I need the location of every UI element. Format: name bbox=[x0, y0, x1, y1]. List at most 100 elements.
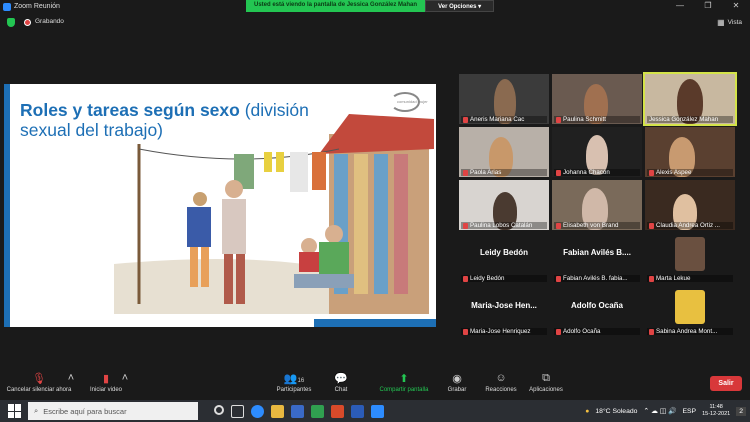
muted-mic-icon bbox=[649, 275, 654, 282]
participant-tile[interactable]: Johanna Chacón bbox=[552, 127, 642, 177]
reactions-label: Reacciones bbox=[485, 387, 517, 393]
participant-name: Paulina Schmitt bbox=[563, 116, 606, 123]
unmute-button[interactable]: 🎙 Cancelar silenciar ahora bbox=[4, 372, 74, 393]
windows-start-icon[interactable] bbox=[8, 404, 22, 418]
participant-name: Maria-Jose Henriquez bbox=[470, 328, 531, 335]
participant-name: Claudia Andrea Ortiz ... bbox=[656, 222, 720, 229]
store-icon[interactable] bbox=[291, 404, 304, 418]
meeting-topbar: Grabando ▦ Vista bbox=[0, 15, 750, 31]
participant-tile[interactable]: Paola Arias bbox=[459, 127, 549, 177]
task-view-icon[interactable] bbox=[231, 404, 244, 418]
muted-mic-icon: 🎙 bbox=[32, 373, 46, 385]
participant-name-bar: Paulina Schmitt bbox=[554, 116, 640, 123]
participant-name: Jessica González Mahan bbox=[649, 116, 719, 123]
apps-icon: ⧉ bbox=[542, 372, 550, 384]
muted-mic-icon bbox=[556, 116, 561, 123]
participant-tile[interactable]: Paulina Lobos Catalán bbox=[459, 180, 549, 230]
muted-mic-icon bbox=[463, 328, 468, 335]
language-indicator[interactable]: ESP bbox=[682, 408, 696, 415]
share-screen-button[interactable]: ⬆ Compartir pantalla bbox=[374, 372, 434, 393]
participant-name-bar: Paulina Lobos Catalán bbox=[461, 222, 547, 229]
record-label: Grabar bbox=[447, 387, 467, 393]
participant-tile[interactable]: Claudia Andrea Ortiz ... bbox=[645, 180, 735, 230]
zoom-taskbar-icon[interactable] bbox=[371, 404, 384, 418]
system-tray: ● 18°C Soleado ⌃ ☁ ◫ 🔊 ESP 11:48 15-12-20… bbox=[585, 400, 746, 422]
close-button[interactable]: ✕ bbox=[722, 0, 750, 12]
participants-count: 16 bbox=[297, 378, 305, 384]
minimize-button[interactable]: — bbox=[666, 0, 694, 12]
chat-label: Chat bbox=[334, 387, 348, 393]
participant-tile[interactable]: Marta Lekue bbox=[645, 233, 735, 283]
participant-name: Paulina Lobos Catalán bbox=[470, 222, 533, 229]
weather-icon: ● bbox=[585, 407, 590, 415]
participant-tile[interactable]: Sabina Andrea Mont... bbox=[645, 286, 735, 336]
notification-icon[interactable]: 2 bbox=[736, 406, 746, 416]
muted-mic-icon bbox=[463, 116, 468, 123]
participant-display-name: Adolfo Ocaña bbox=[570, 301, 623, 310]
participant-display-name: Maria-Jose Hen... bbox=[471, 301, 537, 310]
participant-tile[interactable]: Aneris Mariana Cac bbox=[459, 74, 549, 124]
participant-tile[interactable]: Leidy Bedón Leidy Bedón bbox=[459, 233, 549, 283]
participant-name: Sabina Andrea Mont... bbox=[656, 328, 718, 335]
share-banner-message: Usted está viendo la pantalla de Jessica… bbox=[246, 0, 426, 12]
view-options-button[interactable]: Ver Opciones ▾ bbox=[425, 0, 495, 12]
participant-name-bar: Leidy Bedón bbox=[461, 275, 547, 282]
outlook-icon[interactable] bbox=[351, 404, 364, 418]
participant-name: Elisabeth von Brand bbox=[563, 222, 619, 229]
file-explorer-icon[interactable] bbox=[271, 404, 284, 418]
audio-options-chevron[interactable]: ˄ bbox=[66, 372, 76, 387]
participant-name-bar: Aneris Mariana Cac bbox=[461, 116, 547, 123]
muted-mic-icon bbox=[556, 328, 561, 335]
participant-tile[interactable]: Elisabeth von Brand bbox=[552, 180, 642, 230]
window-controls: — ❐ ✕ bbox=[666, 0, 750, 12]
unmute-label: Cancelar silenciar ahora bbox=[6, 387, 72, 393]
reactions-button[interactable]: ☺ Reacciones bbox=[482, 372, 520, 393]
muted-mic-icon bbox=[556, 169, 561, 176]
muted-mic-icon bbox=[649, 328, 654, 335]
tray-icons[interactable]: ⌃ ☁ ◫ 🔊 bbox=[643, 407, 676, 415]
recording-label: Grabando bbox=[35, 18, 64, 25]
taskbar-search[interactable]: ⌕ Escribe aquí para buscar bbox=[28, 402, 198, 420]
record-icon: ◉ bbox=[452, 373, 462, 385]
participant-name: Fabian Avilés B. fabia... bbox=[563, 275, 628, 282]
chat-button[interactable]: 💬 Chat bbox=[330, 372, 352, 393]
muted-mic-icon bbox=[463, 222, 468, 229]
record-button[interactable]: ◉ Grabar bbox=[444, 372, 470, 393]
profile-picture bbox=[675, 237, 705, 271]
participant-tile[interactable]: Adolfo Ocaña Adolfo Ocaña bbox=[552, 286, 642, 336]
view-button[interactable]: ▦ Vista bbox=[717, 18, 742, 27]
share-screen-label: Compartir pantalla bbox=[379, 387, 429, 393]
participant-name-bar: Maria-Jose Henriquez bbox=[461, 328, 547, 335]
weather-text[interactable]: 18°C Soleado bbox=[595, 408, 637, 415]
apps-label: Aplicaciones bbox=[529, 387, 563, 393]
clock[interactable]: 11:48 15-12-2021 bbox=[702, 404, 730, 418]
slide-left-bar bbox=[4, 84, 10, 327]
cortana-icon[interactable] bbox=[214, 404, 224, 415]
participant-tile[interactable]: Maria-Jose Hen... Maria-Jose Henriquez bbox=[459, 286, 549, 336]
shared-screen-slide: Roles y tareas según sexo (división sexu… bbox=[4, 84, 436, 327]
maximize-button[interactable]: ❐ bbox=[694, 0, 722, 12]
security-shield-icon[interactable] bbox=[7, 18, 15, 27]
slide-bottom-bar bbox=[314, 319, 436, 327]
participant-tile[interactable]: Alexis Aspee bbox=[645, 127, 735, 177]
participant-name: Alexis Aspee bbox=[656, 169, 692, 176]
clock-date: 15-12-2021 bbox=[702, 411, 731, 417]
participant-name-bar: Alexis Aspee bbox=[647, 169, 733, 176]
participant-tile[interactable]: Fabian Avilés B.... Fabian Avilés B. fab… bbox=[552, 233, 642, 283]
excel-icon[interactable] bbox=[311, 404, 324, 418]
participants-button[interactable]: 👥16 Participantes bbox=[272, 372, 316, 393]
participant-name-bar: Sabina Andrea Mont... bbox=[647, 328, 733, 335]
participant-tile[interactable]: Paulina Schmitt bbox=[552, 74, 642, 124]
participant-name-bar: Jessica González Mahan bbox=[647, 116, 733, 123]
video-options-chevron[interactable]: ˄ bbox=[120, 372, 130, 387]
apps-button[interactable]: ⧉ Aplicaciones bbox=[526, 372, 566, 393]
participant-name-bar: Marta Lekue bbox=[647, 275, 733, 282]
participant-tile-active-speaker[interactable]: Jessica González Mahan bbox=[643, 72, 737, 126]
share-banner: Usted está viendo la pantalla de Jessica… bbox=[246, 0, 495, 12]
slide-logo-text: comunidad mujer bbox=[397, 99, 428, 104]
notification-count: 2 bbox=[739, 407, 743, 415]
recording-icon bbox=[24, 19, 31, 26]
edge-icon[interactable] bbox=[251, 404, 264, 418]
leave-button[interactable]: Salir bbox=[710, 376, 742, 391]
office-icon[interactable] bbox=[331, 404, 344, 418]
